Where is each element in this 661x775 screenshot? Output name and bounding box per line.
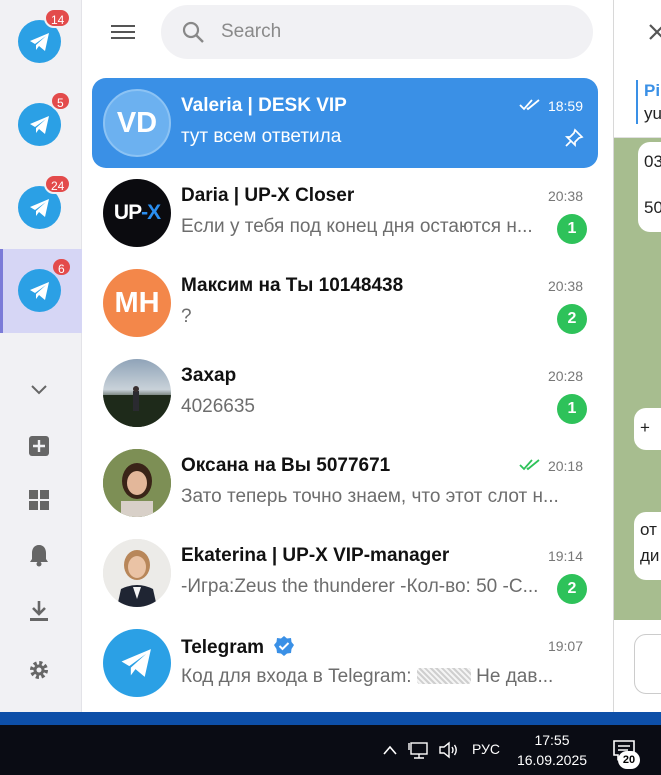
download-icon[interactable] — [24, 596, 54, 626]
language-indicator[interactable]: РУС — [472, 741, 500, 757]
chat-time: 19:14 — [547, 548, 583, 564]
chat-item-maksim[interactable]: MH Максим на Ты 10148438 20:38 ? 2 — [92, 258, 598, 348]
account-3[interactable]: 24 — [0, 166, 82, 250]
chat-preview-text: Код для входа в Telegram: — [181, 666, 412, 687]
unread-count: 1 — [557, 394, 587, 424]
chat-time: 20:38 — [547, 278, 583, 294]
chat-preview-text-end: Не дав... — [476, 666, 554, 687]
chat-preview: Если у тебя под конец дня остаются н... — [181, 216, 533, 237]
close-icon[interactable] — [648, 23, 661, 41]
chat-name: Оксана на Вы 5077671 — [181, 455, 391, 476]
message-composer[interactable] — [614, 620, 661, 712]
chat-preview: ? — [181, 306, 192, 327]
chat-item-oksana[interactable]: Оксана на Вы 5077671 20:18 Зато теперь т… — [92, 438, 598, 528]
unread-count: 2 — [557, 574, 587, 604]
chat-time: 20:28 — [547, 368, 583, 384]
avatar-photo — [103, 359, 171, 427]
add-account-icon[interactable] — [24, 431, 54, 461]
verified-icon — [274, 636, 295, 656]
pinned-text: yu — [644, 104, 661, 123]
avatar: UP -X — [103, 179, 171, 247]
hidden-code-spoiler[interactable] — [416, 668, 471, 684]
unread-badge: 5 — [50, 91, 71, 111]
account-4-active[interactable]: 6 — [0, 249, 82, 333]
chat-time: 20:18 — [547, 458, 583, 474]
unread-count: 2 — [557, 304, 587, 334]
chevron-down-icon[interactable] — [24, 375, 54, 405]
clock-time: 17:55 — [534, 732, 570, 748]
conversation-header — [614, 0, 661, 68]
chat-time: 20:38 — [547, 188, 583, 204]
message-text: ди — [640, 546, 660, 565]
volume-icon[interactable] — [438, 739, 460, 761]
chat-name: Daria | UP-X Closer — [181, 185, 355, 206]
pin-icon — [564, 128, 584, 148]
pinned-title: Pi — [644, 81, 661, 100]
avatar-photo — [103, 539, 171, 607]
message-text: + — [640, 418, 650, 437]
chat-item-telegram[interactable]: Telegram 19:07 Код для входа в Telegram:… — [92, 618, 598, 708]
chat-time: 19:07 — [547, 638, 583, 654]
account-1[interactable]: 14 — [0, 0, 82, 84]
chat-preview: Код для входа в Telegram: Не дав... — [181, 666, 561, 688]
double-check-icon — [519, 459, 540, 471]
chat-item-ekaterina[interactable]: Ekaterina | UP-X VIP-manager 19:14 -Игра… — [92, 528, 598, 618]
avatar: MH — [103, 269, 171, 337]
search-icon — [181, 20, 205, 44]
chat-list-panel: VD Valeria | DESK VIP 18:59 тут всем отв… — [83, 0, 613, 712]
chat-preview: Зато теперь точно знаем, что этот слот н… — [181, 486, 559, 507]
bell-icon[interactable] — [24, 540, 54, 570]
chat-name-text: Telegram — [181, 637, 265, 658]
window-edge — [0, 712, 661, 725]
chevron-up-icon[interactable] — [382, 739, 398, 761]
chat-item-valeria[interactable]: VD Valeria | DESK VIP 18:59 тут всем отв… — [92, 78, 598, 168]
chat-preview: тут всем ответила — [181, 126, 342, 147]
double-check-icon — [519, 99, 540, 111]
search-box[interactable] — [161, 5, 593, 59]
unread-badge: 24 — [44, 174, 72, 194]
telegram-logo-icon — [103, 629, 171, 697]
chat-name: Максим на Ты 10148438 — [181, 275, 404, 296]
message-bubble: 03 50 — [638, 142, 661, 232]
unread-count: 1 — [557, 214, 587, 244]
chat-item-daria[interactable]: UP -X Daria | UP-X Closer 20:38 Если у те… — [92, 168, 598, 258]
composer-input[interactable] — [634, 634, 661, 694]
chat-preview: 4026635 — [181, 396, 255, 417]
chat-name: Telegram — [181, 635, 295, 659]
windows-taskbar: РУС 17:55 16.09.2025 20 — [0, 725, 661, 775]
unread-badge: 14 — [44, 8, 72, 28]
message-bubble: + — [634, 408, 661, 450]
menu-icon[interactable] — [111, 22, 135, 42]
network-icon[interactable] — [408, 739, 430, 761]
account-2[interactable]: 5 — [0, 83, 82, 167]
telegram-icon — [18, 269, 61, 312]
chat-time: 18:59 — [547, 98, 583, 114]
message-bubble: от ди — [634, 512, 661, 580]
message-text: от — [640, 520, 657, 539]
pinned-accent — [636, 80, 638, 124]
account-rail: 14 5 24 6 — [0, 0, 82, 712]
grid-icon[interactable] — [24, 485, 54, 515]
pinned-message-bar[interactable]: Pi yu — [614, 68, 661, 138]
chat-name: Ekaterina | UP-X VIP-manager — [181, 545, 450, 566]
system-clock[interactable]: 17:55 16.09.2025 — [512, 730, 592, 770]
unread-badge: 6 — [51, 257, 72, 277]
notification-badge: 20 — [618, 751, 640, 769]
avatar: VD — [103, 89, 171, 157]
chat-item-zakhar[interactable]: Захар 20:28 4026635 1 — [92, 348, 598, 438]
chat-preview: -Игра:Zeus the thunderer -Кол-во: 50 -С.… — [181, 576, 539, 597]
chat-name: Захар — [181, 365, 237, 386]
clock-date: 16.09.2025 — [516, 752, 588, 768]
chat-name: Valeria | DESK VIP — [181, 95, 347, 116]
conversation-pane: Pi yu 03 50 + от ди — [613, 0, 661, 712]
search-input[interactable] — [221, 17, 561, 47]
gear-icon[interactable] — [24, 655, 54, 685]
message-text: 50 — [644, 198, 661, 217]
avatar-photo — [103, 449, 171, 517]
message-text: 03 — [644, 152, 661, 171]
